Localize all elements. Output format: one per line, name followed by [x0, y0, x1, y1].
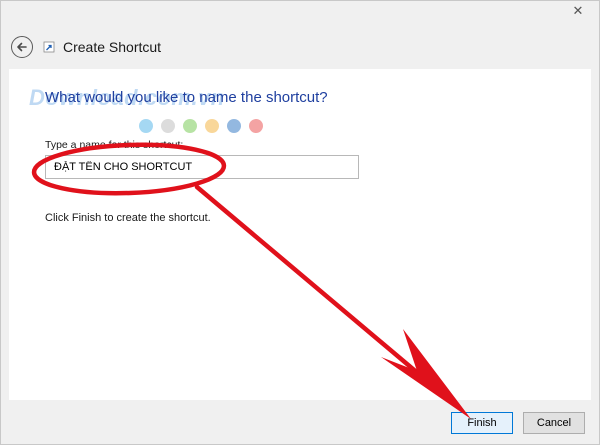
close-icon: ✕: [572, 3, 584, 18]
create-shortcut-window: ✕ Create Shortcut Download.com.vn What w…: [0, 0, 600, 445]
shortcut-wizard-icon: [43, 41, 55, 53]
shortcut-name-label: Type a name for this shortcut:: [45, 139, 184, 151]
watermark-dot: [227, 119, 241, 133]
finish-button[interactable]: Finish: [451, 412, 513, 434]
back-arrow-icon: [17, 42, 27, 52]
wizard-footer: Finish Cancel: [1, 400, 599, 444]
finish-instruction-text: Click Finish to create the shortcut.: [45, 212, 211, 224]
window-title: Create Shortcut: [63, 39, 162, 55]
watermark-dot: [139, 119, 153, 133]
watermark-dot: [161, 119, 175, 133]
close-button[interactable]: ✕: [563, 1, 593, 21]
watermark-dot: [205, 119, 219, 133]
watermark-dot: [249, 119, 263, 133]
page-heading: What would you like to name the shortcut…: [45, 89, 328, 106]
nav-bar: Create Shortcut: [11, 31, 161, 63]
watermark-dot: [183, 119, 197, 133]
back-button[interactable]: [11, 36, 33, 58]
watermark-dots: [139, 119, 263, 133]
shortcut-name-input[interactable]: [45, 155, 359, 179]
cancel-button[interactable]: Cancel: [523, 412, 585, 434]
content-panel: Download.com.vn What would you like to n…: [9, 69, 591, 400]
